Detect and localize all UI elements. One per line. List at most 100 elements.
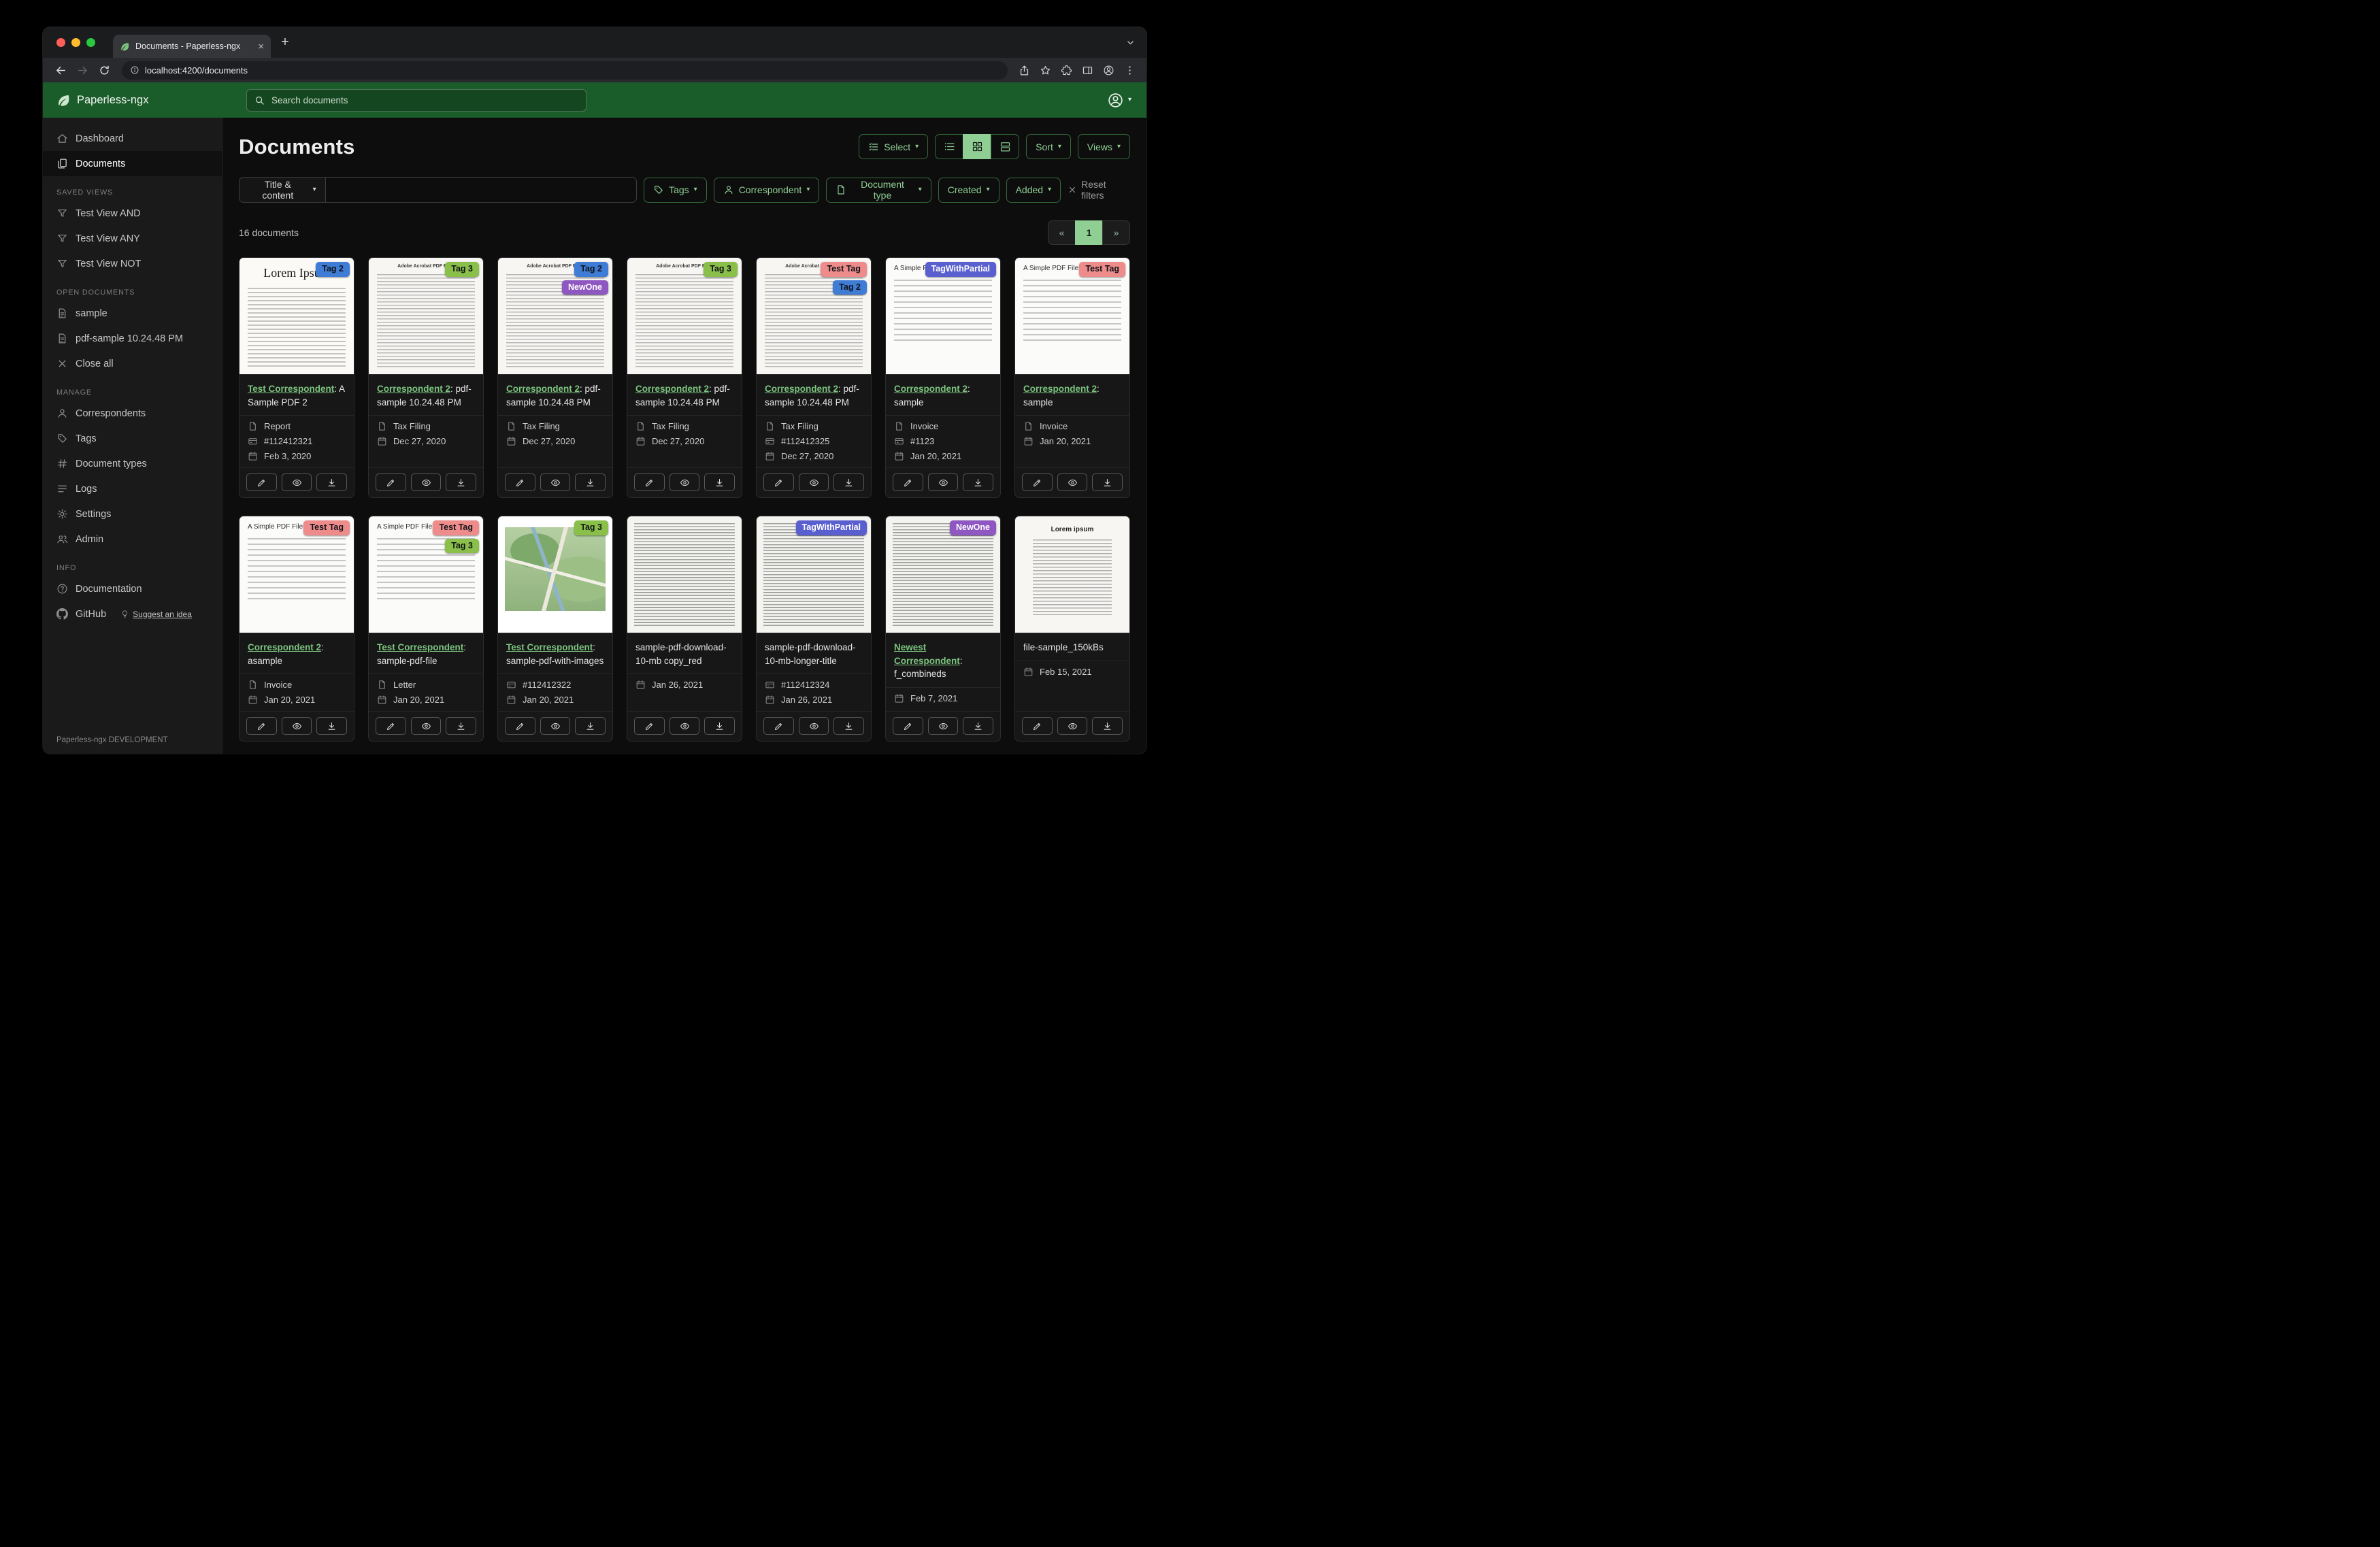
global-search[interactable] <box>246 88 586 112</box>
sidebar-item-dashboard[interactable]: Dashboard <box>43 126 222 151</box>
download-document-button[interactable] <box>704 473 736 492</box>
reload-button[interactable] <box>95 61 114 80</box>
filter-added-button[interactable]: Added ▾ <box>1006 177 1061 203</box>
download-document-button[interactable] <box>833 473 865 492</box>
sidebar-item-github[interactable]: GitHub Suggest an idea <box>43 601 222 627</box>
sidebar-item-document-types[interactable]: Document types <box>43 451 222 476</box>
download-document-button[interactable] <box>575 717 606 735</box>
edit-document-button[interactable] <box>376 473 406 492</box>
sidebar-item-documents[interactable]: Documents <box>43 151 222 176</box>
sidebar-item-settings[interactable]: Settings <box>43 501 222 527</box>
tag-badge[interactable]: NewOne <box>949 520 996 535</box>
document-thumbnail[interactable]: Adobe Acrobat PDF Files Tag 3 <box>369 258 483 375</box>
tag-badge[interactable]: Test Tag <box>821 262 867 277</box>
edit-document-button[interactable] <box>763 473 794 492</box>
download-document-button[interactable] <box>575 473 606 492</box>
correspondent-link[interactable]: Test Correspondent <box>248 384 334 394</box>
preview-document-button[interactable] <box>927 473 959 492</box>
document-card[interactable]: Adobe Acrobat PDF Files Tag 3 Corresponden… <box>627 257 742 499</box>
preview-document-button[interactable] <box>669 717 700 735</box>
preview-document-button[interactable] <box>540 717 571 735</box>
preview-document-button[interactable] <box>410 717 442 735</box>
document-thumbnail[interactable]: Adobe Acrobat PDF Files Tag 3 <box>627 258 742 375</box>
document-thumbnail[interactable]: Lorem Ipsum Tag 2 <box>239 258 354 375</box>
correspondent-link[interactable]: Newest Correspondent <box>894 642 960 666</box>
sidebar-item-logs[interactable]: Logs <box>43 476 222 501</box>
document-thumbnail[interactable]: NewOne <box>886 516 1000 634</box>
tag-badge[interactable]: Tag 2 <box>833 280 867 295</box>
sidebar-item-test-view-any[interactable]: Test View ANY <box>43 226 222 251</box>
preview-document-button[interactable] <box>410 473 442 492</box>
download-document-button[interactable] <box>963 473 994 492</box>
correspondent-link[interactable]: Correspondent 2 <box>1023 384 1097 394</box>
title-content-input[interactable] <box>325 177 638 203</box>
sidebar-item-test-view-not[interactable]: Test View NOT <box>43 251 222 276</box>
tag-badge[interactable]: Tag 2 <box>316 262 350 277</box>
document-card[interactable]: Lorem ipsum file-sample_150kBs Feb 15, 202… <box>1014 516 1130 742</box>
list-view-button[interactable] <box>935 134 964 159</box>
correspondent-link[interactable]: Correspondent 2 <box>765 384 838 394</box>
details-view-button[interactable] <box>991 134 1020 159</box>
document-thumbnail[interactable]: TagWithPartial <box>757 516 871 634</box>
correspondent-link[interactable]: Test Correspondent <box>377 642 463 652</box>
document-thumbnail[interactable]: Adobe Acrobat PDF Files Tag 2 NewOne <box>498 258 612 375</box>
preview-document-button[interactable] <box>798 717 829 735</box>
document-card[interactable]: Adobe Acrobat PDF Files Tag 3 Corresponden… <box>368 257 484 499</box>
sidebar-item-tags[interactable]: Tags <box>43 426 222 451</box>
browser-profile-icon[interactable] <box>1103 65 1114 76</box>
download-document-button[interactable] <box>704 717 736 735</box>
grid-view-button[interactable] <box>963 134 992 159</box>
tag-badge[interactable]: Tag 2 <box>574 262 608 277</box>
filter-tags-button[interactable]: Tags ▾ <box>644 177 707 203</box>
browser-tab[interactable]: Documents - Paperless-ngx × <box>113 35 271 58</box>
document-card[interactable]: A Simple PDF File Test Tag Tag 3 Test Corre… <box>368 516 484 742</box>
filter-correspondent-button[interactable]: Correspondent ▾ <box>713 177 820 203</box>
extensions-puzzle-icon[interactable] <box>1061 65 1072 76</box>
sidebar-item-correspondents[interactable]: Correspondents <box>43 401 222 426</box>
correspondent-link[interactable]: Correspondent 2 <box>377 384 450 394</box>
document-card[interactable]: Lorem Ipsum Tag 2 Test Correspondent: A Sa… <box>239 257 354 499</box>
new-tab-button[interactable]: + <box>275 33 295 53</box>
document-card[interactable]: TagWithPartial sample-pdf-download-10-mb-… <box>756 516 872 742</box>
document-card[interactable]: A Simple PDF File Test Tag Correspondent 2… <box>1014 257 1130 499</box>
preview-document-button[interactable] <box>281 473 312 492</box>
document-card[interactable]: Adobe Acrobat PDF Files Test Tag Tag 2 Corr… <box>756 257 872 499</box>
side-panel-icon[interactable] <box>1082 65 1093 76</box>
correspondent-link[interactable]: Correspondent 2 <box>635 384 709 394</box>
correspondent-link[interactable]: Correspondent 2 <box>248 642 321 652</box>
tag-badge[interactable]: TagWithPartial <box>925 262 996 277</box>
sidebar-item-admin[interactable]: Admin <box>43 527 222 552</box>
app-brand[interactable]: Paperless-ngx <box>43 93 222 107</box>
bookmark-star-icon[interactable] <box>1040 65 1051 76</box>
document-card[interactable]: NewOne Newest Correspondent: f_combineds F… <box>885 516 1001 742</box>
forward-button[interactable] <box>73 61 92 80</box>
sort-button[interactable]: Sort ▾ <box>1026 134 1071 159</box>
document-thumbnail[interactable]: A Simple PDF File Test Tag Tag 3 <box>369 516 483 634</box>
document-thumbnail[interactable]: Adobe Acrobat PDF Files Test Tag Tag 2 <box>757 258 871 375</box>
correspondent-link[interactable]: Test Correspondent <box>506 642 593 652</box>
zoom-window-button[interactable] <box>86 38 95 47</box>
correspondent-link[interactable]: Correspondent 2 <box>894 384 968 394</box>
share-icon[interactable] <box>1019 65 1030 76</box>
select-button[interactable]: Select ▾ <box>859 134 929 159</box>
address-bar[interactable]: localhost:4200/documents <box>122 61 1008 80</box>
edit-document-button[interactable] <box>893 717 923 735</box>
document-thumbnail[interactable]: Tag 3 <box>498 516 612 634</box>
edit-document-button[interactable] <box>246 473 277 492</box>
document-card[interactable]: Adobe Acrobat PDF Files Tag 2 NewOne Corres… <box>497 257 613 499</box>
preview-document-button[interactable] <box>927 717 959 735</box>
edit-document-button[interactable] <box>246 717 277 735</box>
download-document-button[interactable] <box>316 717 348 735</box>
download-document-button[interactable] <box>316 473 348 492</box>
preview-document-button[interactable] <box>669 473 700 492</box>
tag-badge[interactable]: Test Tag <box>433 520 479 535</box>
back-button[interactable] <box>51 61 70 80</box>
document-thumbnail[interactable]: A Simple PDF File Test Tag <box>239 516 354 634</box>
sidebar-item-test-view-and[interactable]: Test View AND <box>43 201 222 226</box>
edit-document-button[interactable] <box>634 717 665 735</box>
download-document-button[interactable] <box>446 717 477 735</box>
preview-document-button[interactable] <box>540 473 571 492</box>
document-card[interactable]: sample-pdf-download-10-mb copy_red Jan 26… <box>627 516 742 742</box>
document-thumbnail[interactable]: Lorem ipsum <box>1015 516 1129 634</box>
document-card[interactable]: A Simple PDF File Test Tag Correspondent 2… <box>239 516 354 742</box>
